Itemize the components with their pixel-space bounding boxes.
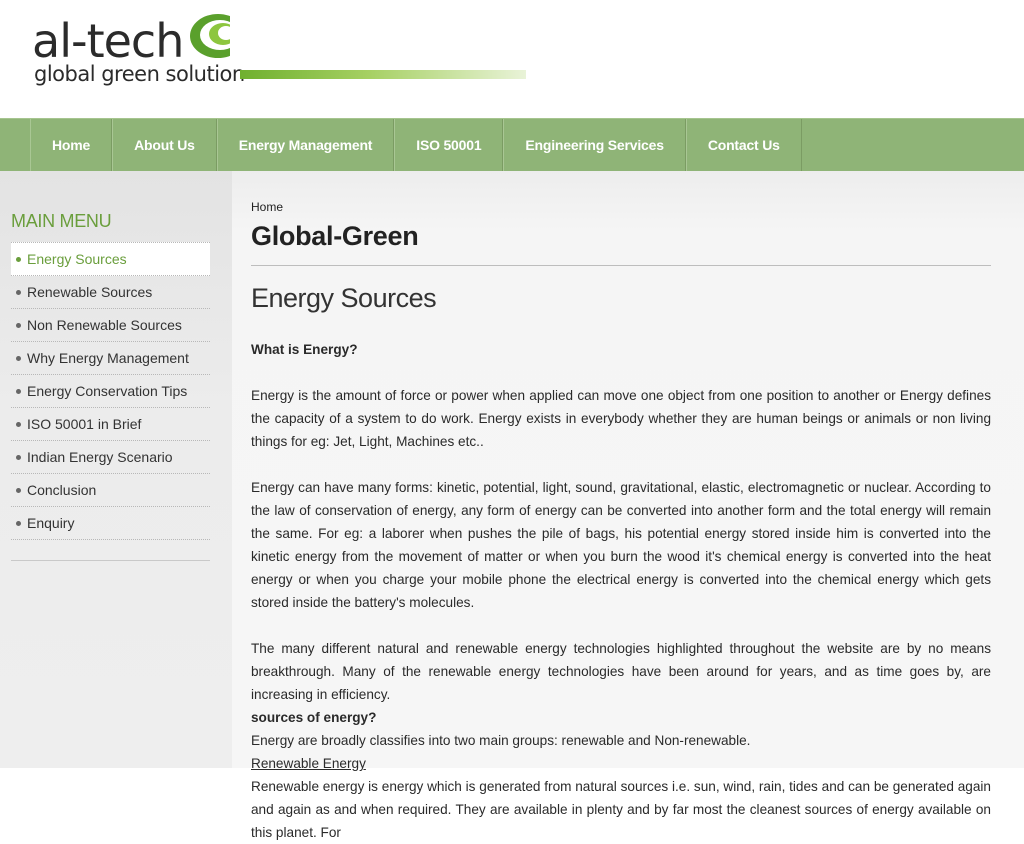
menu-item-energy-sources[interactable]: Energy Sources — [11, 242, 210, 276]
main-content: Home Global-Green Energy Sources What is… — [232, 171, 1024, 840]
nav-home[interactable]: Home — [30, 119, 113, 171]
menu-item-why-energy-management[interactable]: Why Energy Management — [11, 342, 210, 375]
title-divider — [251, 265, 991, 266]
renewable-energy-heading: Renewable Energy — [251, 756, 366, 771]
main-menu-list: Energy Sources Renewable Sources Non Ren… — [11, 242, 210, 540]
menu-item-iso-50001-in-brief[interactable]: ISO 50001 in Brief — [11, 408, 210, 441]
question-what-is-energy: What is Energy? — [251, 342, 358, 357]
section-title: Energy Sources — [251, 283, 437, 313]
article-body: What is Energy? Energy is the amount of … — [251, 338, 991, 844]
paragraph-2: Energy can have many forms: kinetic, pot… — [251, 480, 991, 610]
menu-item-indian-energy-scenario[interactable]: Indian Energy Scenario — [11, 441, 210, 474]
nav-engineering-services[interactable]: Engineering Services — [503, 119, 686, 171]
menu-item-conclusion[interactable]: Conclusion — [11, 474, 210, 507]
nav-contact-us[interactable]: Contact Us — [685, 119, 802, 171]
menu-divider — [11, 560, 210, 561]
nav-list: Home About Us Energy Management ISO 5000… — [30, 119, 802, 171]
question-sources-of-energy: sources of energy? — [251, 710, 377, 725]
paragraph-5: Renewable energy is energy which is gene… — [251, 779, 991, 840]
nav-energy-management[interactable]: Energy Management — [216, 119, 395, 171]
sidebar: MAIN MENU Energy Sources Renewable Sourc… — [0, 171, 232, 768]
menu-item-energy-conservation-tips[interactable]: Energy Conservation Tips — [11, 375, 210, 408]
paragraph-3: The many different natural and renewable… — [251, 641, 991, 702]
logo-gradient-bar — [240, 70, 526, 79]
menu-item-enquiry[interactable]: Enquiry — [11, 507, 210, 540]
logo-tagline: global green solution — [34, 62, 245, 86]
paragraph-1: Energy is the amount of force or power w… — [251, 388, 991, 449]
nav-iso-50001[interactable]: ISO 50001 — [394, 119, 504, 171]
nav-about-us[interactable]: About Us — [112, 119, 217, 171]
main-navigation: Home About Us Energy Management ISO 5000… — [0, 118, 1024, 172]
logo-swirl-icon[interactable] — [186, 0, 250, 60]
site-header: al-tech global green solution — [0, 0, 1024, 118]
logo-name[interactable]: al-tech — [32, 14, 184, 68]
menu-item-non-renewable-sources[interactable]: Non Renewable Sources — [11, 309, 210, 342]
breadcrumb[interactable]: Home — [251, 200, 283, 214]
page-title: Global-Green — [251, 221, 419, 251]
main-menu-title: MAIN MENU — [11, 211, 112, 231]
menu-item-renewable-sources[interactable]: Renewable Sources — [11, 276, 210, 309]
paragraph-4: Energy are broadly classifies into two m… — [251, 733, 751, 748]
